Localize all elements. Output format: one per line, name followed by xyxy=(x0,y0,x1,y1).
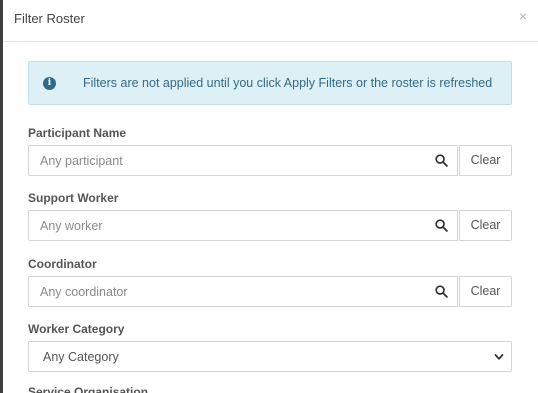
coordinator-group: Clear xyxy=(28,276,512,307)
search-icon[interactable] xyxy=(435,219,448,232)
coordinator-label: Coordinator xyxy=(28,257,97,271)
info-alert: i Filters are not applied until you clic… xyxy=(28,61,512,105)
worker-category-value: Any Category xyxy=(43,350,119,364)
coordinator-clear-button[interactable]: Clear xyxy=(459,276,512,307)
participant-name-input[interactable] xyxy=(29,146,419,175)
participant-name-label: Participant Name xyxy=(28,126,127,140)
support-worker-group: Clear xyxy=(28,210,512,241)
modal-title: Filter Roster xyxy=(14,11,85,26)
participant-name-box xyxy=(28,145,458,176)
search-icon[interactable] xyxy=(435,154,448,167)
alert-text: Filters are not applied until you click … xyxy=(83,76,493,90)
participant-name-clear-button[interactable]: Clear xyxy=(459,145,512,176)
filter-roster-modal: Filter Roster × i Filters are not applie… xyxy=(3,0,538,393)
coordinator-input[interactable] xyxy=(29,277,419,306)
worker-category-label: Worker Category xyxy=(28,322,125,336)
support-worker-clear-button[interactable]: Clear xyxy=(459,210,512,241)
search-icon[interactable] xyxy=(435,285,448,298)
info-circle-icon: i xyxy=(43,77,56,90)
support-worker-box xyxy=(28,210,458,241)
service-organisation-label: Service Organisation xyxy=(28,385,149,393)
close-icon[interactable]: × xyxy=(519,8,527,24)
participant-name-group: Clear xyxy=(28,145,512,176)
worker-category-select[interactable]: Any Category xyxy=(28,341,512,372)
support-worker-input[interactable] xyxy=(29,211,419,240)
chevron-down-icon xyxy=(494,354,504,360)
coordinator-box xyxy=(28,276,458,307)
modal-header: Filter Roster × xyxy=(3,0,538,42)
support-worker-label: Support Worker xyxy=(28,191,119,205)
